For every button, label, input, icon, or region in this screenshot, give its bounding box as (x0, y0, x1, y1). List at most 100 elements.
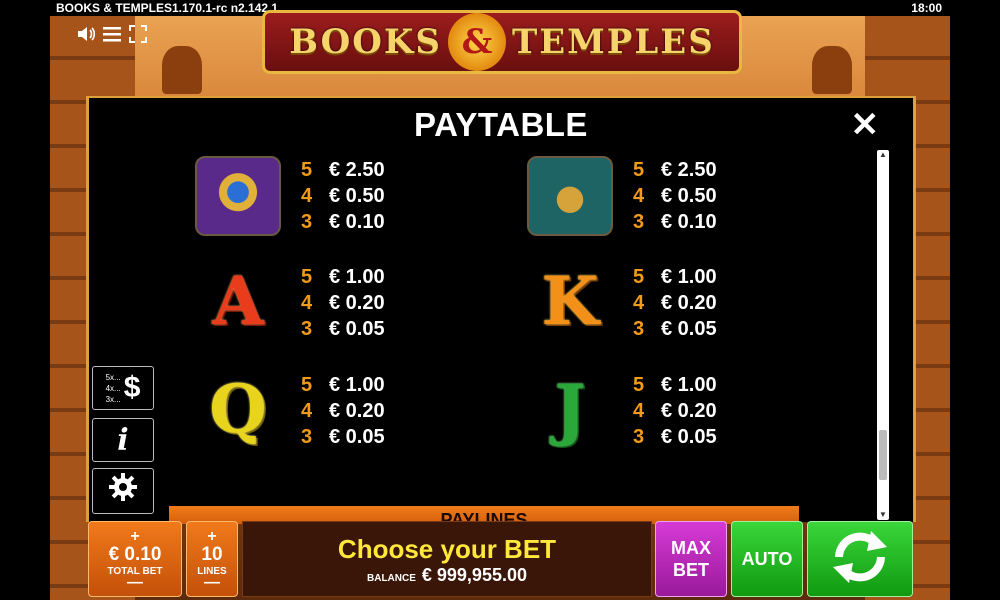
logo-ampersand: & (447, 13, 506, 71)
dollar-icon: $ (123, 371, 141, 404)
app-title: BOOKS & TEMPLES (56, 1, 173, 15)
balance-value: € 999,955.00 (421, 564, 527, 585)
paytable-panel: PAYTABLE ✕ 5 € 2.50 4 € 0.50 3 € 0.10 5 € 2.… (86, 96, 916, 524)
letter-q-icon: Q (209, 370, 267, 448)
pay-amount: € 1.00 (329, 265, 385, 288)
mini-line: 4x... (105, 383, 121, 393)
pay-count: 3 (633, 210, 645, 233)
pay-amount: € 0.10 (661, 210, 717, 233)
pay-count: 5 (633, 373, 645, 396)
pay-amount: € 0.20 (329, 399, 385, 422)
mini-line: 5x... (105, 372, 121, 382)
symbol-letter-k: K (527, 261, 613, 341)
info-button[interactable]: i (92, 418, 154, 462)
hud-controls (76, 24, 148, 44)
pay-amount: € 1.00 (661, 373, 717, 396)
total-bet-value: € 0.10 (108, 544, 162, 565)
paytable-title: PAYTABLE (414, 106, 588, 143)
info-icon: i (117, 422, 129, 458)
autoplay-button[interactable]: AUTO (731, 521, 803, 597)
pay-count: 5 (301, 158, 313, 181)
right-vase (812, 46, 852, 94)
letter-a-icon: A (212, 262, 264, 340)
pay-amount: € 0.20 (661, 291, 717, 314)
spin-button[interactable] (807, 521, 913, 597)
pay-count: 4 (633, 184, 645, 207)
symbol-letter-j: J (527, 369, 613, 449)
letter-k-icon: K (541, 262, 599, 340)
scarab-ring-icon (195, 156, 281, 236)
paytable-button[interactable]: 5x... 4x... 3x... $ (92, 366, 154, 410)
paytable-scrollbar[interactable]: ▲ ▼ (877, 150, 889, 520)
pay-count: 3 (301, 210, 313, 233)
pay-amount: € 0.20 (661, 399, 717, 422)
pay-count: 4 (301, 184, 313, 207)
total-bet-control[interactable]: + € 0.10 TOTAL BET — (88, 521, 182, 597)
close-icon[interactable]: ✕ (851, 106, 880, 144)
paytable-entry: 5 € 1.00 4 € 0.20 3 € 0.05 (633, 372, 743, 450)
spin-arrows-icon (827, 527, 893, 592)
paytable-entry: 5 € 1.00 4 € 0.20 3 € 0.05 (301, 372, 411, 450)
pay-amount: € 0.05 (329, 317, 385, 340)
pay-count: 5 (633, 265, 645, 288)
left-vase (162, 46, 202, 94)
symbol-eye-amulet (527, 156, 613, 236)
symbol-letter-a: A (195, 261, 281, 341)
pay-count: 3 (633, 317, 645, 340)
increase-bet-button[interactable]: + (130, 529, 139, 545)
pay-amount: € 0.05 (329, 425, 385, 448)
pay-count: 4 (633, 399, 645, 422)
paytable-entry: 5 € 2.50 4 € 0.50 3 € 0.10 (301, 157, 411, 235)
fullscreen-icon[interactable] (128, 24, 148, 44)
hamburger-icon[interactable] (102, 24, 122, 44)
pay-count: 4 (301, 291, 313, 314)
symbol-scarab-ring (195, 156, 281, 236)
pay-count: 3 (301, 425, 313, 448)
game-logo: BOOKS & TEMPLES (262, 10, 742, 74)
paytable-mini-lines: 5x... 4x... 3x... (106, 372, 121, 405)
pay-count: 5 (301, 265, 313, 288)
pay-amount: € 1.00 (329, 373, 385, 396)
pay-amount: € 0.05 (661, 317, 717, 340)
scroll-down-icon[interactable]: ▼ (877, 510, 889, 520)
paytable-entry: 5 € 2.50 4 € 0.50 3 € 0.10 (633, 157, 743, 235)
decrease-lines-button[interactable]: — (204, 575, 220, 591)
status-message: Choose your BET (337, 533, 557, 564)
scrollbar-thumb[interactable] (879, 430, 887, 480)
increase-lines-button[interactable]: + (207, 529, 216, 545)
message-display: Choose your BET BALANCE € 999,955.00 (242, 521, 652, 597)
speaker-icon[interactable] (76, 24, 96, 44)
pay-count: 5 (633, 158, 645, 181)
pay-count: 3 (301, 317, 313, 340)
balance-display: BALANCE € 999,955.00 (367, 565, 527, 586)
pay-count: 3 (633, 425, 645, 448)
pay-amount: € 2.50 (329, 158, 385, 181)
scroll-up-icon[interactable]: ▲ (877, 150, 889, 160)
balance-label: BALANCE (367, 572, 416, 584)
pay-count: 4 (633, 291, 645, 314)
letter-j-icon: J (554, 370, 586, 448)
lines-control[interactable]: + 10 LINES — (186, 521, 238, 597)
pay-amount: € 0.10 (329, 210, 385, 233)
eye-amulet-icon (527, 156, 613, 236)
max-bet-line1: MAX (671, 538, 711, 558)
pay-count: 4 (301, 399, 313, 422)
paytable-entry: 5 € 1.00 4 € 0.20 3 € 0.05 (633, 264, 743, 342)
max-bet-button[interactable]: MAX BET (655, 521, 727, 597)
pay-amount: € 1.00 (661, 265, 717, 288)
mini-line: 3x... (105, 394, 121, 404)
max-bet-line2: BET (673, 560, 709, 580)
symbol-letter-q: Q (195, 369, 281, 449)
paytable-entry: 5 € 1.00 4 € 0.20 3 € 0.05 (301, 264, 411, 342)
pay-amount: € 2.50 (661, 158, 717, 181)
pay-count: 5 (301, 373, 313, 396)
pay-amount: € 0.50 (329, 184, 385, 207)
clock: 18:00 (911, 1, 942, 15)
lines-value: 10 (201, 544, 223, 565)
settings-button[interactable] (92, 468, 154, 514)
logo-word-temples: TEMPLES (511, 22, 715, 62)
logo-word-books: BOOKS (289, 22, 442, 62)
pay-amount: € 0.50 (661, 184, 717, 207)
decrease-bet-button[interactable]: — (127, 575, 143, 591)
pay-amount: € 0.20 (329, 291, 385, 314)
